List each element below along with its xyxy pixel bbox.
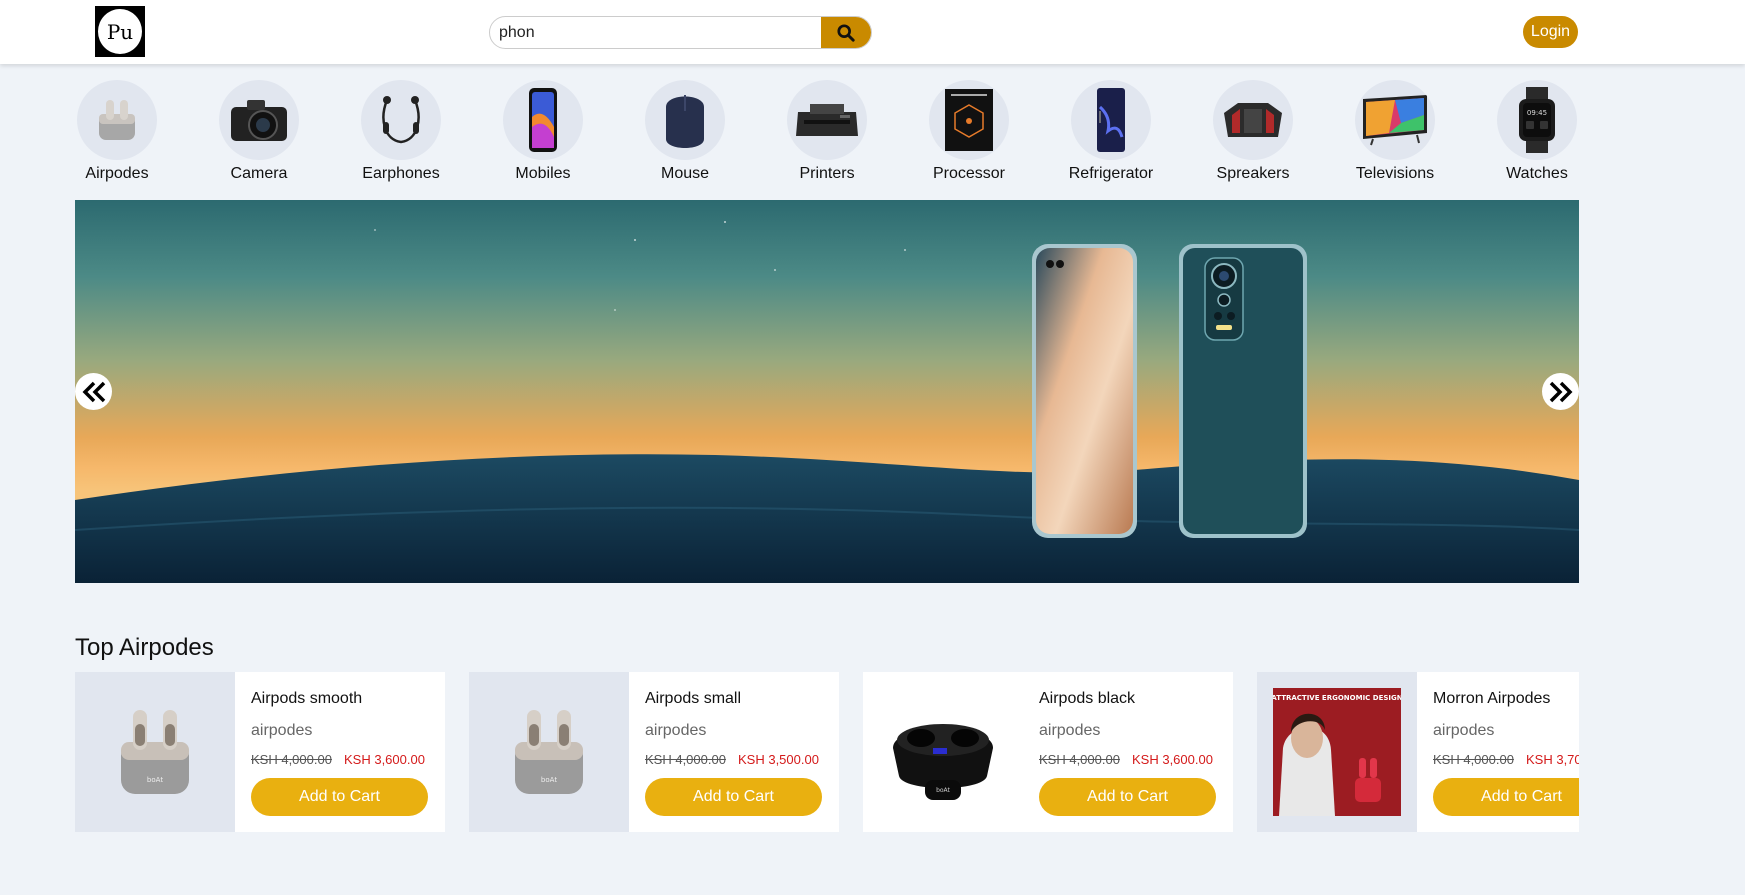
category-label: Spreakers: [1216, 165, 1290, 182]
site-logo[interactable]: Pu: [95, 6, 145, 57]
airpods-icon: [77, 80, 157, 160]
product-card[interactable]: boAt Airpods smooth airpodes KSH 4,000.0…: [75, 672, 445, 832]
add-to-cart-button[interactable]: Add to Cart: [1039, 778, 1216, 816]
category-label: Mouse: [660, 165, 710, 182]
product-name: Airpods smooth: [251, 690, 363, 707]
login-button[interactable]: Login: [1523, 16, 1578, 48]
section-title: Top Airpodes: [75, 634, 214, 661]
double-chevron-right-icon: [1549, 381, 1572, 402]
product-image: boAt: [75, 672, 235, 832]
product-category: airpodes: [251, 722, 313, 739]
product-new-price: KSH 3,700.00: [1526, 752, 1579, 767]
processor-icon: [929, 80, 1009, 160]
product-card[interactable]: boAt Airpods black airpodes KSH 4,000.00…: [863, 672, 1233, 832]
search-icon: [837, 23, 855, 42]
category-item-spreakers[interactable]: Spreakers: [1188, 80, 1318, 183]
category-item-televisions[interactable]: Televisions: [1330, 80, 1460, 183]
product-card[interactable]: ATTRACTIVE ERGONOMIC DESIGN Morron Airpo…: [1257, 672, 1579, 832]
add-to-cart-button[interactable]: Add to Cart: [645, 778, 822, 816]
product-image: ATTRACTIVE ERGONOMIC DESIGN: [1257, 672, 1417, 832]
product-category: airpodes: [1039, 722, 1101, 739]
product-new-price: KSH 3,600.00: [344, 752, 425, 767]
search-button[interactable]: [821, 17, 871, 48]
product-name: Airpods black: [1039, 690, 1136, 707]
product-image: boAt: [469, 672, 629, 832]
add-to-cart-button[interactable]: Add to Cart: [1433, 778, 1579, 816]
speaker-icon: [1213, 80, 1293, 160]
category-label: Mobiles: [515, 165, 571, 182]
category-list: Airpodes Camera Earphones Mobiles Mouse …: [75, 80, 1579, 185]
svg-text:boAt: boAt: [147, 776, 163, 784]
category-item-mouse[interactable]: Mouse: [620, 80, 750, 183]
product-old-price: KSH 4,000.00: [1433, 752, 1514, 767]
product-image-caption: ATTRACTIVE ERGONOMIC DESIGN: [1273, 694, 1401, 702]
category-item-refrigerator[interactable]: Refrigerator: [1046, 80, 1176, 183]
banner-image: [75, 221, 1579, 583]
category-label: Camera: [230, 165, 288, 182]
category-item-printers[interactable]: Printers: [762, 80, 892, 183]
category-item-earphones[interactable]: Earphones: [336, 80, 466, 183]
category-label: Watches: [1506, 165, 1568, 182]
banner-next-button[interactable]: [1542, 373, 1579, 410]
product-row: boAt Airpods smooth airpodes KSH 4,000.0…: [75, 672, 1579, 832]
product-new-price: KSH 3,600.00: [1132, 752, 1213, 767]
svg-text:09:45: 09:45: [1527, 109, 1547, 117]
product-new-price: KSH 3,500.00: [738, 752, 819, 767]
category-item-camera[interactable]: Camera: [194, 80, 324, 183]
camera-icon: [219, 80, 299, 160]
product-category: airpodes: [645, 722, 707, 739]
site-header: Pu Login: [0, 0, 1745, 64]
product-name: Morron Airpodes: [1433, 690, 1551, 707]
category-item-mobiles[interactable]: Mobiles: [478, 80, 608, 183]
watch-icon: 09:45: [1497, 80, 1577, 160]
svg-text:boAt: boAt: [936, 787, 950, 794]
category-label: Printers: [799, 165, 855, 182]
category-label: Televisions: [1355, 165, 1435, 182]
search-input[interactable]: [490, 17, 823, 48]
mobile-icon: [503, 80, 583, 160]
mouse-icon: [645, 80, 725, 160]
product-old-price: KSH 4,000.00: [251, 752, 332, 767]
add-to-cart-button[interactable]: Add to Cart: [251, 778, 428, 816]
hero-banner: [75, 200, 1579, 583]
search-bar: [489, 16, 872, 49]
printer-icon: [787, 80, 867, 160]
category-label: Refrigerator: [1068, 165, 1154, 182]
television-icon: [1355, 80, 1435, 160]
category-item-processor[interactable]: Processor: [904, 80, 1034, 183]
product-card[interactable]: boAt Airpods small airpodes KSH 4,000.00…: [469, 672, 839, 832]
refrigerator-icon: [1071, 80, 1151, 160]
product-old-price: KSH 4,000.00: [645, 752, 726, 767]
category-item-watches[interactable]: 09:45 Watches: [1472, 80, 1602, 183]
product-name: Airpods small: [645, 690, 742, 707]
product-old-price: KSH 4,000.00: [1039, 752, 1120, 767]
product-image: boAt: [863, 672, 1023, 832]
double-chevron-left-icon: [82, 381, 105, 402]
category-label: Earphones: [362, 165, 440, 182]
svg-text:boAt: boAt: [541, 776, 557, 784]
earphones-icon: [361, 80, 441, 160]
banner-prev-button[interactable]: [75, 373, 112, 410]
product-category: airpodes: [1433, 722, 1495, 739]
logo-mark: Pu: [98, 9, 142, 54]
category-item-airpodes[interactable]: Airpodes: [52, 80, 182, 183]
category-label: Airpodes: [85, 165, 149, 182]
category-label: Processor: [932, 165, 1006, 182]
